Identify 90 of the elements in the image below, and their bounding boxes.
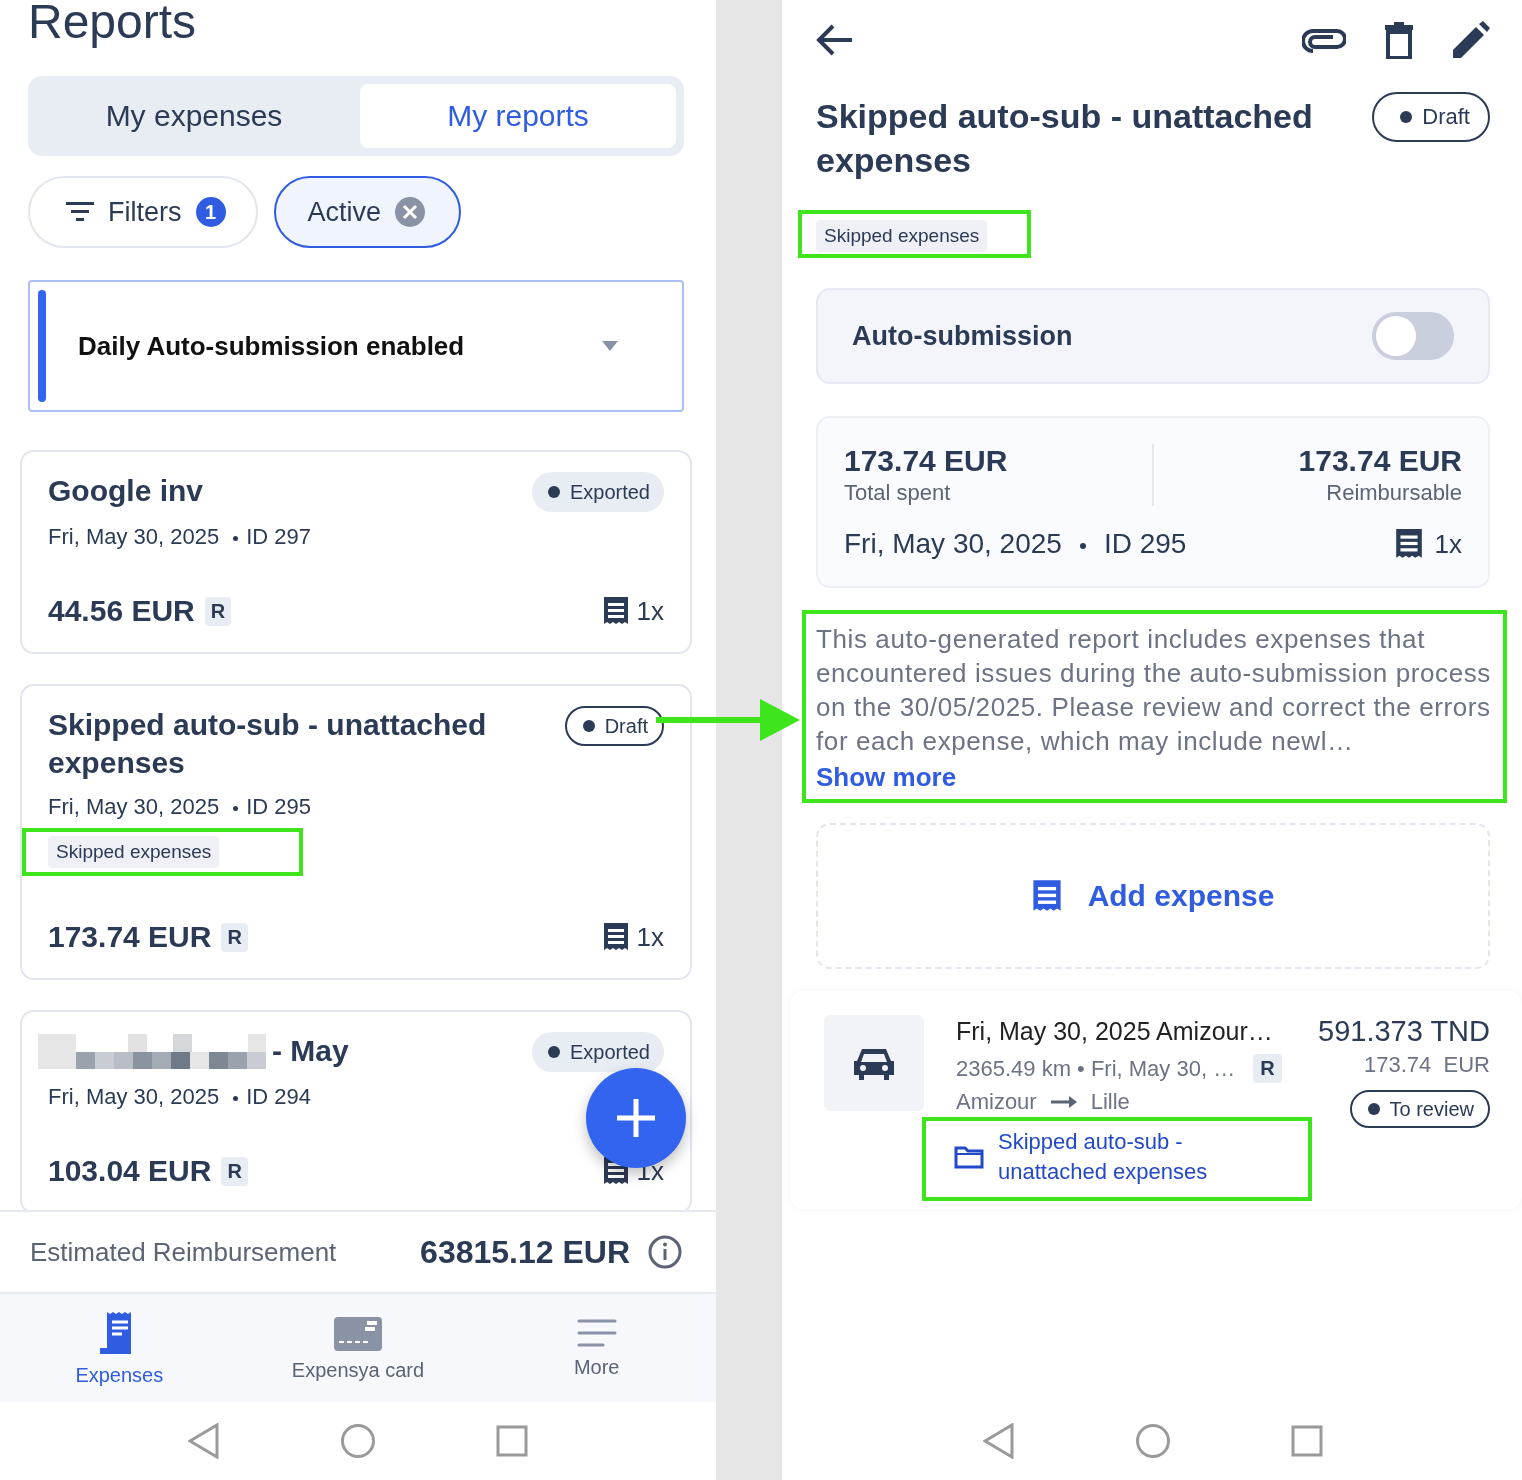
nav-recents-icon[interactable] [496, 1425, 528, 1457]
estimate-label: Estimated Reimbursement [30, 1236, 337, 1268]
report-date: Fri, May 30, 2025 [48, 794, 220, 820]
report-id: ID 294 [219, 1084, 311, 1110]
report-link[interactable]: Skipped auto-sub - unattached expenses [998, 1127, 1248, 1187]
route-origin: Amizour [956, 1089, 1037, 1115]
show-more-link[interactable]: Show more [816, 762, 957, 793]
nav-tab[interactable]: Expenses [0, 1294, 239, 1402]
report-date: Fri, May 30, 2025 [844, 528, 1062, 559]
status-pill: Draft [1372, 92, 1490, 142]
report-date: Fri, May 30, 2025 [48, 524, 220, 550]
toggle-switch[interactable] [1372, 312, 1454, 360]
filter-icon [66, 201, 94, 223]
status-pill: Draft [564, 706, 664, 746]
reimbursable-badge: R [221, 922, 248, 952]
paperclip-icon[interactable] [1302, 27, 1346, 53]
caret-icon[interactable] [602, 341, 618, 351]
folder-icon [954, 1145, 984, 1169]
auto-submission-banner[interactable]: Daily Auto-submission enabled [28, 280, 684, 412]
reimbursable-badge: R [204, 596, 232, 626]
tab[interactable]: My reports [360, 84, 676, 148]
receipt-count: 1x [636, 921, 664, 953]
expense-title: Fri, May 30, 2025 Amizour… [956, 1017, 1274, 1046]
receipt-icon [1031, 879, 1062, 913]
report-title: Google inv [48, 473, 203, 509]
report-amount: 103.04 EUR [48, 1154, 212, 1188]
status-pill: Exported [531, 1032, 664, 1072]
menu-icon [576, 1317, 617, 1348]
tab[interactable]: My expenses [36, 84, 352, 148]
total-label: Total spent [844, 480, 952, 506]
report-card[interactable]: Skipped auto-sub - unattached expenses Draft Fri, May 30, 2025 ID 295 Skipped expenses 173.74 EUR R 1x [20, 684, 692, 980]
nav-back-icon[interactable] [188, 1423, 220, 1459]
report-tag: Skipped expenses [816, 220, 988, 252]
report-id: ID 297 [219, 524, 311, 550]
filter-label: Active [307, 196, 382, 228]
report-card[interactable]: Google inv Exported Fri, May 30, 2025 ID 297 44.56 EUR R 1x [20, 450, 692, 654]
report-amount: 44.56 EUR [48, 594, 195, 628]
filter-label: Filters [108, 196, 182, 228]
report-id: ID 295 [219, 794, 311, 820]
reimbursable-label: Reimbursable [1326, 480, 1462, 506]
filter-count: 1 [195, 197, 226, 227]
card-icon [334, 1314, 382, 1351]
report-amount: 173.74 EUR [48, 920, 212, 954]
nav-tab[interactable]: Expensya card [238, 1294, 478, 1402]
filter-chip[interactable]: Filters 1 [28, 176, 258, 248]
close-icon[interactable] [395, 197, 426, 227]
plus-icon [615, 1097, 657, 1139]
add-expense-button[interactable]: Add expense [816, 823, 1490, 969]
expense-details: 2365.49 km • Fri, May 30, … [956, 1055, 1236, 1082]
reimbursable-badge: R [1253, 1054, 1282, 1083]
report-title: Skipped auto-sub - unattached expenses [48, 707, 488, 781]
receipt-icon [602, 596, 629, 626]
receipt-count: 1x [1434, 528, 1462, 560]
trash-icon[interactable] [1384, 21, 1414, 59]
receipt-count: 1x [636, 595, 664, 627]
page-title: Reports [28, 0, 197, 50]
nav-label: Expenses [75, 1363, 164, 1387]
status-pill: Exported [531, 472, 664, 512]
nav-label: More [573, 1355, 620, 1379]
toggle-label: Auto-submission [852, 320, 1073, 352]
total-amount: 173.74 EUR [844, 444, 1009, 478]
report-date: Fri, May 30, 2025 [48, 1084, 220, 1110]
back-arrow-icon[interactable] [816, 24, 854, 56]
arrow-right-icon [1050, 1095, 1077, 1109]
pencil-icon[interactable] [1452, 21, 1490, 59]
info-icon[interactable] [648, 1235, 682, 1269]
filter-chip[interactable]: Active [273, 176, 462, 248]
nav-home-icon[interactable] [340, 1423, 376, 1459]
report-tag: Skipped expenses [48, 836, 220, 868]
converted-amount: 173.74 EUR [1364, 1052, 1490, 1078]
car-icon [854, 1046, 894, 1080]
report-description: This auto-generated report includes expenses that encountered issues during the auto-submission process on the 30/05/2025. Please review and correct the errors for each expense, which may include newl… [816, 623, 1491, 758]
expense-row[interactable]: Fri, May 30, 2025 Amizour… 2365.49 km • Fri, May 30, … R Amizour Lille Skipped auto-sub - unattached expenses 591.373 TND 173.74 EUR To review [790, 991, 1522, 1209]
report-title: Skipped auto-sub - unattached expenses [816, 96, 1314, 181]
report-id: ID 295 [1061, 528, 1187, 559]
reimbursable-amount: 173.74 EUR [1298, 444, 1462, 478]
nav-recents-icon[interactable] [1291, 1425, 1323, 1457]
nav-tab[interactable]: More [477, 1294, 716, 1402]
reimbursable-badge: R [221, 1156, 248, 1186]
nav-back-icon[interactable] [983, 1423, 1015, 1459]
receipt-icon [1394, 528, 1423, 560]
status-pill: To review [1349, 1090, 1490, 1128]
banner-text: Daily Auto-submission enabled [78, 330, 466, 362]
route-destination: Lille [1090, 1089, 1130, 1115]
estimate-amount: 63815.12 EUR [420, 1233, 630, 1271]
nav-home-icon[interactable] [1135, 1423, 1171, 1459]
nav-label: Expensya card [291, 1358, 425, 1382]
receipt-icon [602, 922, 629, 952]
report-title: - May [272, 1033, 349, 1069]
expense-amount: 591.373 TND [1318, 1015, 1490, 1048]
